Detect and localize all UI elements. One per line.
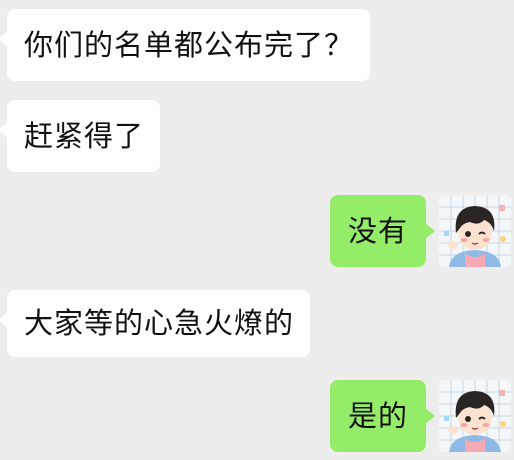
message-bubble-received[interactable]: 大家等的心急火燎的 [0,290,311,357]
message-text: 大家等的心急火燎的 [24,306,295,340]
message-bubble-received[interactable]: 你们的名单都公布完了？ [0,9,371,81]
message-text: 赶紧得了 [24,118,145,153]
self-avatar[interactable] [439,195,511,267]
message-text: 没有 [348,213,409,248]
message-bubble-sent[interactable]: 没有 [330,195,436,267]
cartoon-boy-avatar-icon [439,195,511,267]
message-text: 是的 [348,398,409,433]
message-bubble-sent[interactable]: 是的 [330,380,436,452]
cartoon-boy-avatar-icon [439,380,511,452]
message-text: 你们的名单都公布完了？ [24,27,355,62]
self-avatar[interactable] [439,380,511,452]
chat-area: 你们的名单都公布完了？ 赶紧得了 没有 大家等的心急火燎的 是的 [0,0,514,460]
message-bubble-received[interactable]: 赶紧得了 [0,100,161,172]
